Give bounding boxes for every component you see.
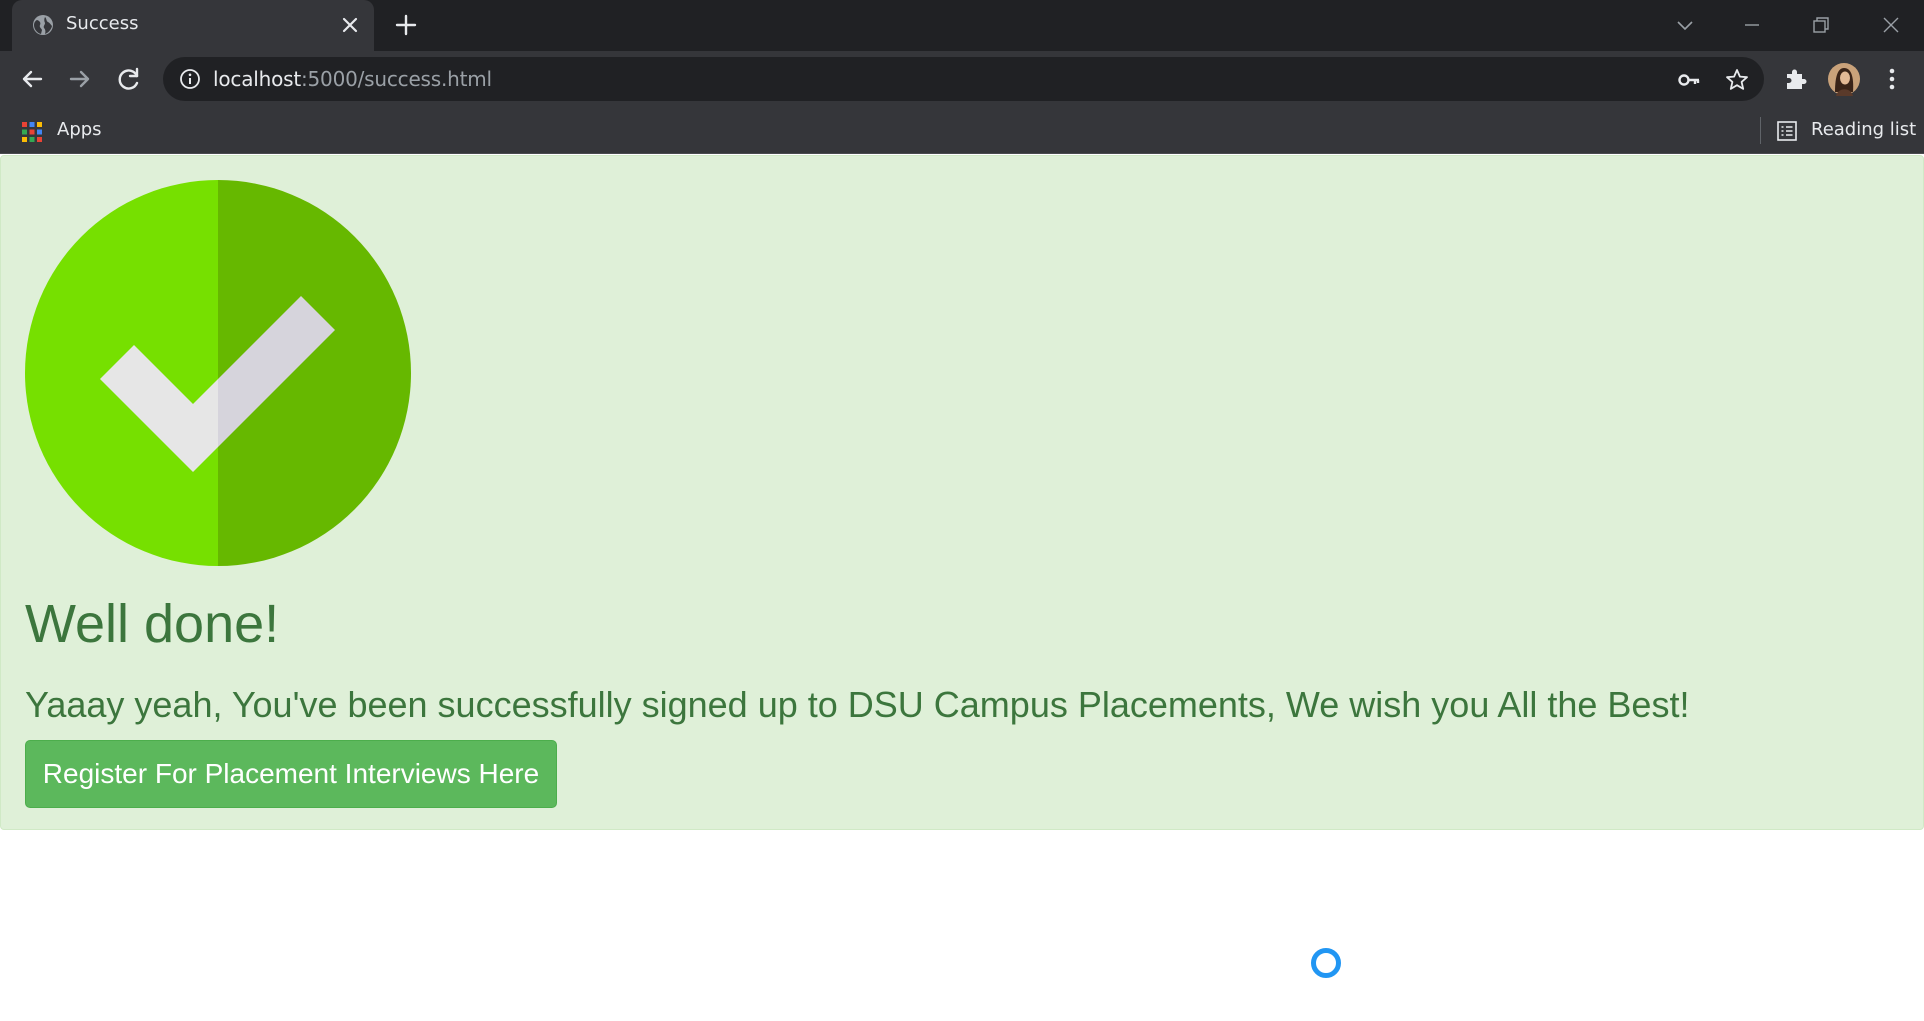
- tab-title: Success: [66, 13, 139, 34]
- star-icon[interactable]: [1724, 67, 1750, 93]
- info-icon[interactable]: [179, 68, 201, 90]
- puzzle-icon[interactable]: [1780, 63, 1812, 95]
- minimize-icon[interactable]: [1737, 10, 1767, 40]
- more-icon[interactable]: [1876, 63, 1908, 95]
- back-icon[interactable]: [16, 63, 48, 95]
- bookmarks-divider: [1760, 117, 1761, 144]
- success-message: Yaaay yeah, You've been successfully sig…: [25, 684, 1690, 725]
- apps-grid-icon[interactable]: [22, 122, 42, 142]
- register-interviews-button[interactable]: Register For Placement Interviews Here: [25, 740, 557, 808]
- check-circle-icon: [25, 180, 411, 566]
- page-content: Well done! Yaaay yeah, You've been succe…: [0, 155, 1924, 1021]
- browser-toolbar: localhost:5000/success.html: [0, 51, 1924, 107]
- address-bar[interactable]: localhost:5000/success.html: [163, 57, 1764, 101]
- url-path: :5000/success.html: [300, 67, 492, 91]
- reading-list-icon[interactable]: [1776, 120, 1798, 142]
- success-heading: Well done!: [25, 594, 280, 654]
- url-host: localhost: [213, 67, 301, 91]
- chevron-down-icon[interactable]: [1670, 10, 1700, 40]
- loading-spinner: [1311, 948, 1341, 978]
- url-text: localhost:5000/success.html: [213, 67, 492, 91]
- forward-icon[interactable]: [64, 63, 96, 95]
- close-window-icon[interactable]: [1876, 10, 1906, 40]
- restore-icon[interactable]: [1806, 10, 1836, 40]
- tab-strip: Success: [0, 0, 1924, 51]
- success-alert: Well done! Yaaay yeah, You've been succe…: [0, 155, 1924, 830]
- globe-icon: [33, 15, 53, 35]
- reload-icon[interactable]: [113, 63, 145, 95]
- avatar[interactable]: [1827, 62, 1861, 96]
- plus-icon[interactable]: [393, 12, 419, 38]
- bookmarks-bar: Apps Reading list: [0, 107, 1924, 154]
- tab-success[interactable]: Success: [12, 0, 374, 51]
- close-icon[interactable]: [338, 13, 362, 37]
- apps-bookmark[interactable]: Apps: [57, 119, 102, 140]
- key-icon[interactable]: [1676, 67, 1702, 93]
- reading-list-button[interactable]: Reading list: [1811, 119, 1916, 140]
